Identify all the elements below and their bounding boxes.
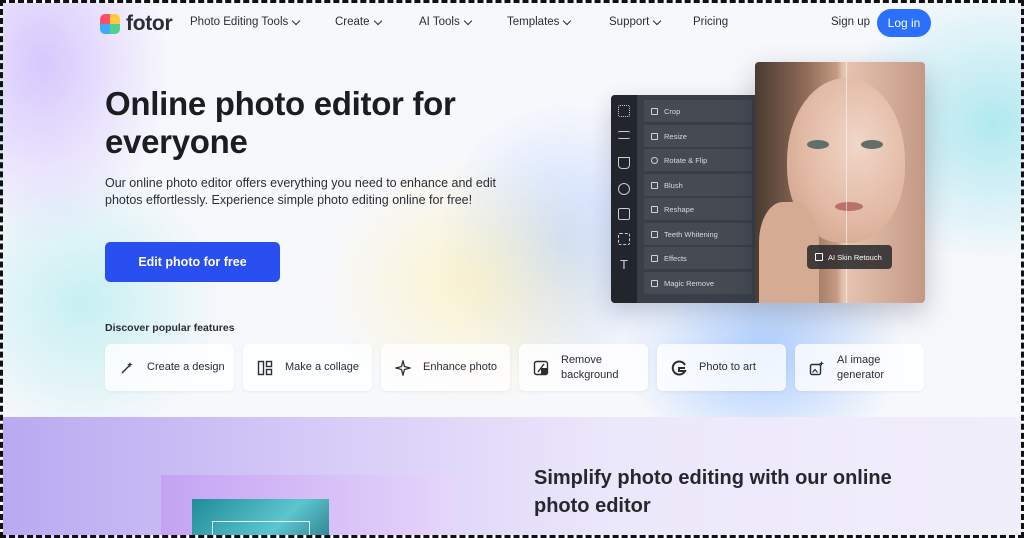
logo-text: fotor <box>126 12 173 35</box>
resize-icon <box>651 132 658 140</box>
magic-remove-icon <box>651 279 658 287</box>
top-nav: fotor Photo Editing Tools Create AI Tool… <box>3 3 1021 43</box>
magic-wand-icon <box>121 361 133 374</box>
nav-label: AI Tools <box>419 16 460 28</box>
feature-remove-background[interactable]: Remove background <box>519 344 648 391</box>
menu-label: Blush <box>664 180 683 190</box>
chevron-down-icon <box>292 16 301 25</box>
nav-photo-editing-tools[interactable]: Photo Editing Tools <box>190 16 301 28</box>
menu-reshape: Reshape <box>644 198 752 220</box>
menu-label: Resize <box>664 131 687 141</box>
menu-label: Crop <box>664 106 681 116</box>
flask-icon <box>618 157 630 169</box>
nav-templates[interactable]: Templates <box>507 16 572 28</box>
menu-label: Rotate & Flip <box>664 155 708 165</box>
rotate-icon <box>651 156 658 164</box>
lower-sample-photo <box>192 499 329 535</box>
feature-photo-to-art[interactable]: Photo to art <box>657 344 786 391</box>
nav-ai-tools[interactable]: AI Tools <box>419 16 472 28</box>
card-label: Remove background <box>561 353 619 381</box>
edit-photo-button[interactable]: Edit photo for free <box>105 242 280 282</box>
eye-left <box>807 140 829 149</box>
menu-rotate-flip: Rotate & Flip <box>644 149 752 171</box>
menu-label: Reshape <box>664 204 695 214</box>
ai-generator-icon <box>809 360 824 375</box>
chevron-down-icon <box>463 16 472 25</box>
nav-label: Support <box>609 16 650 28</box>
effects-icon <box>651 254 658 262</box>
hero-description: Our online photo editor offers everythin… <box>105 176 497 207</box>
nav-pricing[interactable]: Pricing <box>693 16 728 28</box>
nav-label: Create <box>335 16 370 28</box>
badge-label: AI Skin Retouch <box>828 252 882 262</box>
nav-create[interactable]: Create <box>335 16 382 28</box>
eye-right <box>861 140 883 149</box>
sparkle-icon <box>395 359 411 376</box>
chevron-down-icon <box>653 16 662 25</box>
card-label: Create a design <box>147 361 225 373</box>
section-title: Simplify photo editing with our online p… <box>534 467 892 517</box>
lips <box>835 202 863 211</box>
card-label: Photo to art <box>699 361 756 373</box>
card-label: Enhance photo <box>423 361 498 373</box>
remove-bg-icon <box>533 360 549 375</box>
card-label: AI image generator <box>837 353 885 381</box>
nav-label: Pricing <box>693 16 729 28</box>
retouch-icon <box>815 253 823 261</box>
art-icon <box>671 360 687 375</box>
menu-resize: Resize <box>644 125 752 147</box>
frame-icon <box>618 208 630 220</box>
nav-label: Photo Editing Tools <box>190 16 289 28</box>
features-title: Discover popular features <box>105 322 235 334</box>
tooth-icon <box>651 230 658 238</box>
feature-ai-image-generator[interactable]: AI image generator <box>795 344 924 391</box>
crop-icon <box>651 107 658 115</box>
menu-effects: Effects <box>644 247 752 269</box>
chevron-down-icon <box>373 16 382 25</box>
feature-enhance-photo[interactable]: Enhance photo <box>381 344 510 391</box>
hero-title: Online photo editor for everyone <box>105 85 456 160</box>
menu-label: Effects <box>664 253 687 263</box>
feature-create-design[interactable]: Create a design <box>105 344 234 391</box>
nav-label: Templates <box>507 16 560 28</box>
page-frame: fotor Photo Editing Tools Create AI Tool… <box>0 0 1024 538</box>
logo[interactable]: fotor <box>100 12 173 36</box>
tool-rail: T <box>611 95 637 303</box>
grid-icon <box>618 105 630 117</box>
text-icon: T <box>620 257 628 272</box>
log-in-button[interactable]: Log in <box>877 9 931 37</box>
sign-up-link[interactable]: Sign up <box>831 16 870 28</box>
menu-crop: Crop <box>644 100 752 122</box>
menu-label: Magic Remove <box>664 278 715 288</box>
collage-icon <box>257 360 273 375</box>
blush-icon <box>651 181 658 189</box>
menu-blush: Blush <box>644 174 752 196</box>
editor-panel-preview: T Crop Resize Rotate & Flip Blush Reshap… <box>611 95 757 303</box>
menu-magic-remove: Magic Remove <box>644 272 752 294</box>
feature-make-collage[interactable]: Make a collage <box>243 344 372 391</box>
sliders-icon <box>618 131 630 139</box>
ai-skin-retouch-badge: AI Skin Retouch <box>807 245 892 269</box>
chevron-down-icon <box>563 16 572 25</box>
eye-icon <box>618 183 630 195</box>
reshape-icon <box>651 205 658 213</box>
elements-icon <box>618 233 630 245</box>
card-label: Make a collage <box>285 361 359 373</box>
menu-label: Teeth Whitening <box>664 229 718 239</box>
menu-teeth-whitening: Teeth Whitening <box>644 223 752 245</box>
nav-support[interactable]: Support <box>609 16 662 28</box>
fotor-logo-icon <box>100 14 120 34</box>
